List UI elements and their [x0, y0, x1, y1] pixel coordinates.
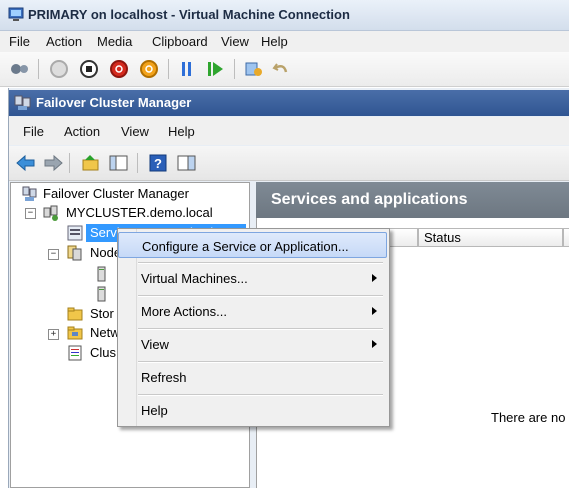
- vm-toolbar: [0, 52, 569, 87]
- vm-window-title: PRIMARY on localhost - Virtual Machine C…: [28, 7, 350, 22]
- forward-icon[interactable]: [43, 154, 63, 172]
- menu-item-configure-service-label: Configure a Service or Application...: [142, 239, 349, 254]
- vm-menu-clipboard[interactable]: Clipboard: [152, 34, 208, 49]
- menu-item-help[interactable]: Help: [118, 397, 387, 423]
- collapse-cluster-toggle[interactable]: −: [25, 208, 36, 219]
- resume-icon[interactable]: [206, 60, 224, 78]
- empty-list-message: There are no: [491, 410, 566, 425]
- back-icon[interactable]: [16, 154, 35, 172]
- content-title: Services and applications: [271, 191, 468, 208]
- menu-item-virtual-machines[interactable]: Virtual Machines...: [118, 265, 387, 291]
- shutdown-icon[interactable]: [110, 60, 128, 78]
- tree-root-label[interactable]: Failover Cluster Manager: [43, 186, 189, 201]
- vm-menu-media[interactable]: Media: [97, 34, 132, 49]
- help-icon[interactable]: ?: [149, 154, 167, 172]
- fcm-menu-action[interactable]: Action: [64, 124, 100, 139]
- column-header-extra[interactable]: [563, 228, 569, 247]
- pause-icon[interactable]: [178, 60, 196, 78]
- node-server-icon: [94, 286, 110, 302]
- tree-services-label[interactable]: Servi: [90, 225, 120, 240]
- tree-cluster-label[interactable]: MYCLUSTER.demo.local: [66, 205, 213, 220]
- tree-storage-label[interactable]: Stor: [90, 306, 114, 321]
- node-server-icon: [94, 266, 110, 282]
- submenu-arrow-icon: [372, 340, 377, 348]
- menu-item-more-actions-label: More Actions...: [141, 304, 227, 319]
- storage-icon: [67, 306, 83, 322]
- show-hide-console-tree-icon[interactable]: [109, 154, 128, 172]
- submenu-arrow-icon: [372, 274, 377, 282]
- vm-menu-view[interactable]: View: [221, 34, 249, 49]
- vm-menu-help[interactable]: Help: [261, 34, 288, 49]
- cluster-events-icon: [67, 345, 83, 361]
- vm-app-icon: [8, 7, 24, 22]
- failover-cluster-icon: [14, 94, 32, 112]
- svg-text:?: ?: [154, 156, 162, 171]
- context-menu: Configure a Service or Application... Vi…: [117, 228, 390, 427]
- fcm-menu-bar: File Action View Help: [9, 117, 569, 145]
- fcm-menu-view[interactable]: View: [121, 124, 149, 139]
- fcm-menu-help[interactable]: Help: [168, 124, 195, 139]
- vm-menu-bar: File Action Media Clipboard View Help: [0, 31, 569, 52]
- ctrl-alt-del-icon[interactable]: [10, 60, 28, 78]
- start-icon[interactable]: [50, 60, 68, 78]
- revert-icon[interactable]: [272, 60, 290, 78]
- menu-item-refresh-label: Refresh: [141, 370, 187, 385]
- fcm-menu-file[interactable]: File: [23, 124, 44, 139]
- fcm-toolbar: ?: [9, 146, 569, 181]
- power-icon[interactable]: [140, 60, 158, 78]
- fcm-window-title: Failover Cluster Manager: [36, 95, 192, 110]
- tree-networks-label[interactable]: Netw: [90, 325, 120, 340]
- menu-item-view-label: View: [141, 337, 169, 352]
- turn-off-icon[interactable]: [80, 60, 98, 78]
- vm-menu-file[interactable]: File: [9, 34, 30, 49]
- menu-item-refresh[interactable]: Refresh: [118, 364, 387, 390]
- tree-cluster-events-label[interactable]: Clus: [90, 345, 116, 360]
- column-header-status[interactable]: Status: [418, 228, 563, 247]
- nodes-icon: [67, 245, 83, 261]
- failover-cluster-manager-icon: [22, 186, 38, 202]
- snapshot-icon[interactable]: [244, 60, 262, 78]
- vm-menu-action[interactable]: Action: [46, 34, 82, 49]
- menu-item-view[interactable]: View: [118, 331, 387, 357]
- up-folder-icon[interactable]: [81, 154, 99, 172]
- cluster-icon: [43, 205, 59, 221]
- menu-item-more-actions[interactable]: More Actions...: [118, 298, 387, 324]
- show-hide-action-pane-icon[interactable]: [177, 154, 196, 172]
- menu-item-virtual-machines-label: Virtual Machines...: [141, 271, 248, 286]
- collapse-nodes-toggle[interactable]: −: [48, 249, 59, 260]
- expand-networks-toggle[interactable]: +: [48, 329, 59, 340]
- submenu-arrow-icon: [372, 307, 377, 315]
- menu-item-configure-service[interactable]: Configure a Service or Application...: [118, 232, 387, 258]
- menu-item-help-label: Help: [141, 403, 168, 418]
- services-applications-icon: [67, 225, 83, 241]
- networks-icon: [67, 325, 83, 341]
